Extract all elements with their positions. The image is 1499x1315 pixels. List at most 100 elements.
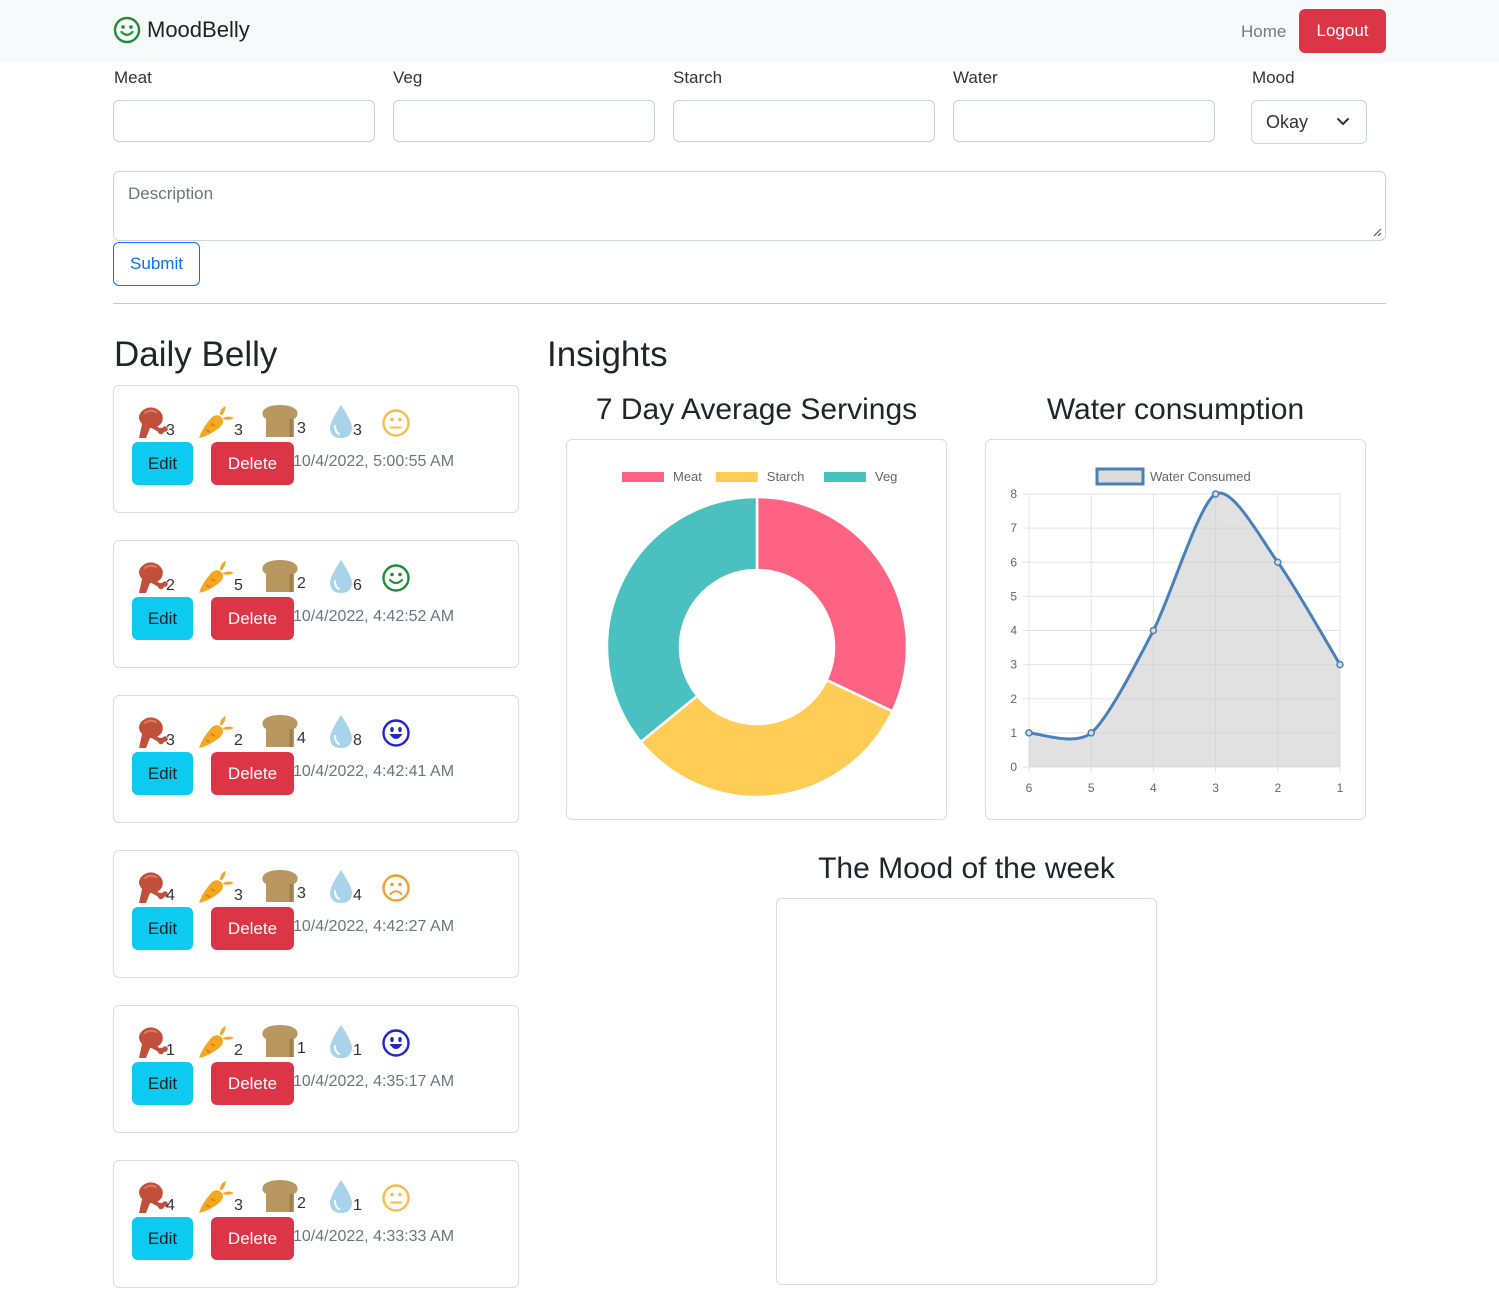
drumstick-icon <box>139 717 168 748</box>
edit-button[interactable]: Edit <box>132 1062 193 1105</box>
divider <box>113 303 1386 304</box>
meat-stat: 3 <box>132 404 175 440</box>
water-stat: 4 <box>327 869 362 905</box>
water-count: 1 <box>353 1042 362 1059</box>
submit-button[interactable]: Submit <box>113 242 200 286</box>
daily-belly-title: Daily Belly <box>114 335 278 374</box>
entry-timestamp: 10/4/2022, 4:35:17 AM <box>293 1073 455 1090</box>
legend-swatch-meat <box>622 472 664 482</box>
y-tick-label: 1 <box>1010 726 1017 740</box>
edit-button[interactable]: Edit <box>132 1217 193 1260</box>
x-tick-label: 4 <box>1150 781 1157 795</box>
water-stat: 6 <box>327 559 362 595</box>
neutral-face-icon <box>382 409 410 437</box>
starch-stat: 2 <box>261 559 306 593</box>
bread-icon <box>262 1180 298 1212</box>
mood-select[interactable]: Okay <box>1251 100 1367 144</box>
water-chart-title: Water consumption <box>1046 393 1305 426</box>
nav-home-link[interactable]: Home <box>1241 22 1286 42</box>
starch-count: 3 <box>297 885 306 902</box>
water-data-point <box>1274 558 1282 566</box>
starch-input[interactable] <box>673 100 935 142</box>
entry-card: 3 3 3 3 Edit Delete 10/4/2022, 5:00:55 A… <box>113 385 519 513</box>
water-area-fill <box>1029 492 1340 767</box>
entry-card: 4 3 2 1 Edit Delete 10/4/2022, 4:33:33 A… <box>113 1160 519 1288</box>
legend-swatch-starch <box>715 472 758 482</box>
water-drop-icon <box>330 405 352 438</box>
entry-timestamp: 10/4/2022, 5:00:55 AM <box>293 453 455 470</box>
entry-card: 3 2 4 8 Edit Delete 10/4/2022, 4:42:41 A… <box>113 695 519 823</box>
happy-face-icon <box>382 564 410 592</box>
resize-grip-icon[interactable] <box>1372 227 1382 237</box>
edit-button[interactable]: Edit <box>132 442 193 485</box>
meat-label: Meat <box>114 68 152 87</box>
mood-week-chart-card <box>776 898 1157 1285</box>
starch-stat: 1 <box>261 1024 306 1058</box>
legend-label-starch: Starch <box>767 469 805 484</box>
edit-button[interactable]: Edit <box>132 597 193 640</box>
logout-button[interactable]: Logout <box>1299 9 1386 53</box>
entry-timestamp: 10/4/2022, 4:42:52 AM <box>293 608 455 625</box>
insights-title: Insights <box>547 335 668 374</box>
carrot-icon <box>199 406 234 438</box>
water-data-point <box>1025 729 1033 737</box>
veg-input[interactable] <box>393 100 655 142</box>
donut-slice-meat <box>755 495 909 713</box>
very-happy-face-icon <box>382 1029 410 1057</box>
veg-stat: 2 <box>196 1024 243 1060</box>
brand[interactable]: MoodBelly <box>113 16 250 44</box>
starch-stat: 3 <box>261 404 306 438</box>
meat-stat: 1 <box>132 1024 175 1060</box>
y-tick-label: 4 <box>1010 624 1017 638</box>
description-placeholder: Description <box>128 184 214 203</box>
meat-stat: 2 <box>132 559 175 595</box>
description-textarea[interactable]: Description <box>113 171 1386 241</box>
meat-input[interactable] <box>113 100 375 142</box>
y-tick-label: 8 <box>1010 487 1017 501</box>
water-line-chart: Water Consumed 0 1 2 3 4 5 6 7 8 6 5 4 3 2 1 <box>1010 467 1344 795</box>
edit-button[interactable]: Edit <box>132 752 193 795</box>
edit-button[interactable]: Edit <box>132 907 193 950</box>
starch-label: Starch <box>673 68 723 87</box>
delete-button[interactable]: Delete <box>211 1217 294 1260</box>
veg-stat: 5 <box>196 559 243 595</box>
meat-count: 2 <box>166 577 175 594</box>
entry-card: 1 2 1 1 Edit Delete 10/4/2022, 4:35:17 A… <box>113 1005 519 1133</box>
x-tick-label: 5 <box>1088 781 1095 795</box>
delete-button[interactable]: Delete <box>211 597 294 640</box>
y-tick-label: 7 <box>1010 521 1017 535</box>
drumstick-icon <box>139 562 168 593</box>
delete-button[interactable]: Delete <box>211 442 294 485</box>
delete-button[interactable]: Delete <box>211 1062 294 1105</box>
bread-icon <box>262 715 298 747</box>
starch-count: 3 <box>297 420 306 437</box>
drumstick-icon <box>139 1182 168 1213</box>
delete-button[interactable]: Delete <box>211 907 294 950</box>
meat-count: 3 <box>166 422 175 439</box>
navbar: MoodBelly Home Logout <box>0 0 1499 63</box>
water-input[interactable] <box>953 100 1215 142</box>
meat-stat: 4 <box>132 869 175 905</box>
legend-label-water: Water Consumed <box>1150 469 1251 484</box>
x-tick-label: 1 <box>1337 781 1344 795</box>
drumstick-icon <box>139 872 168 903</box>
veg-count: 5 <box>234 577 243 594</box>
y-tick-label: 6 <box>1010 555 1017 569</box>
starch-count: 1 <box>297 1040 306 1057</box>
mood-week-title: The Mood of the week <box>818 852 1115 885</box>
delete-button[interactable]: Delete <box>211 752 294 795</box>
veg-count: 2 <box>234 732 243 749</box>
x-tick-label: 2 <box>1274 781 1281 795</box>
bread-icon <box>262 1025 298 1057</box>
meat-stat: 3 <box>132 714 175 750</box>
x-tick-label: 3 <box>1212 781 1219 795</box>
very-happy-face-icon <box>382 719 410 747</box>
mood-select-value: Okay <box>1266 111 1309 132</box>
servings-donut-chart: Meat Starch Veg <box>605 469 909 799</box>
legend-label-veg: Veg <box>875 469 897 484</box>
meat-stat: 4 <box>132 1179 175 1215</box>
x-tick-label: 6 <box>1026 781 1033 795</box>
starch-count: 4 <box>297 730 306 747</box>
servings-chart-title: 7 Day Average Servings <box>595 393 918 426</box>
y-tick-label: 0 <box>1010 760 1017 774</box>
